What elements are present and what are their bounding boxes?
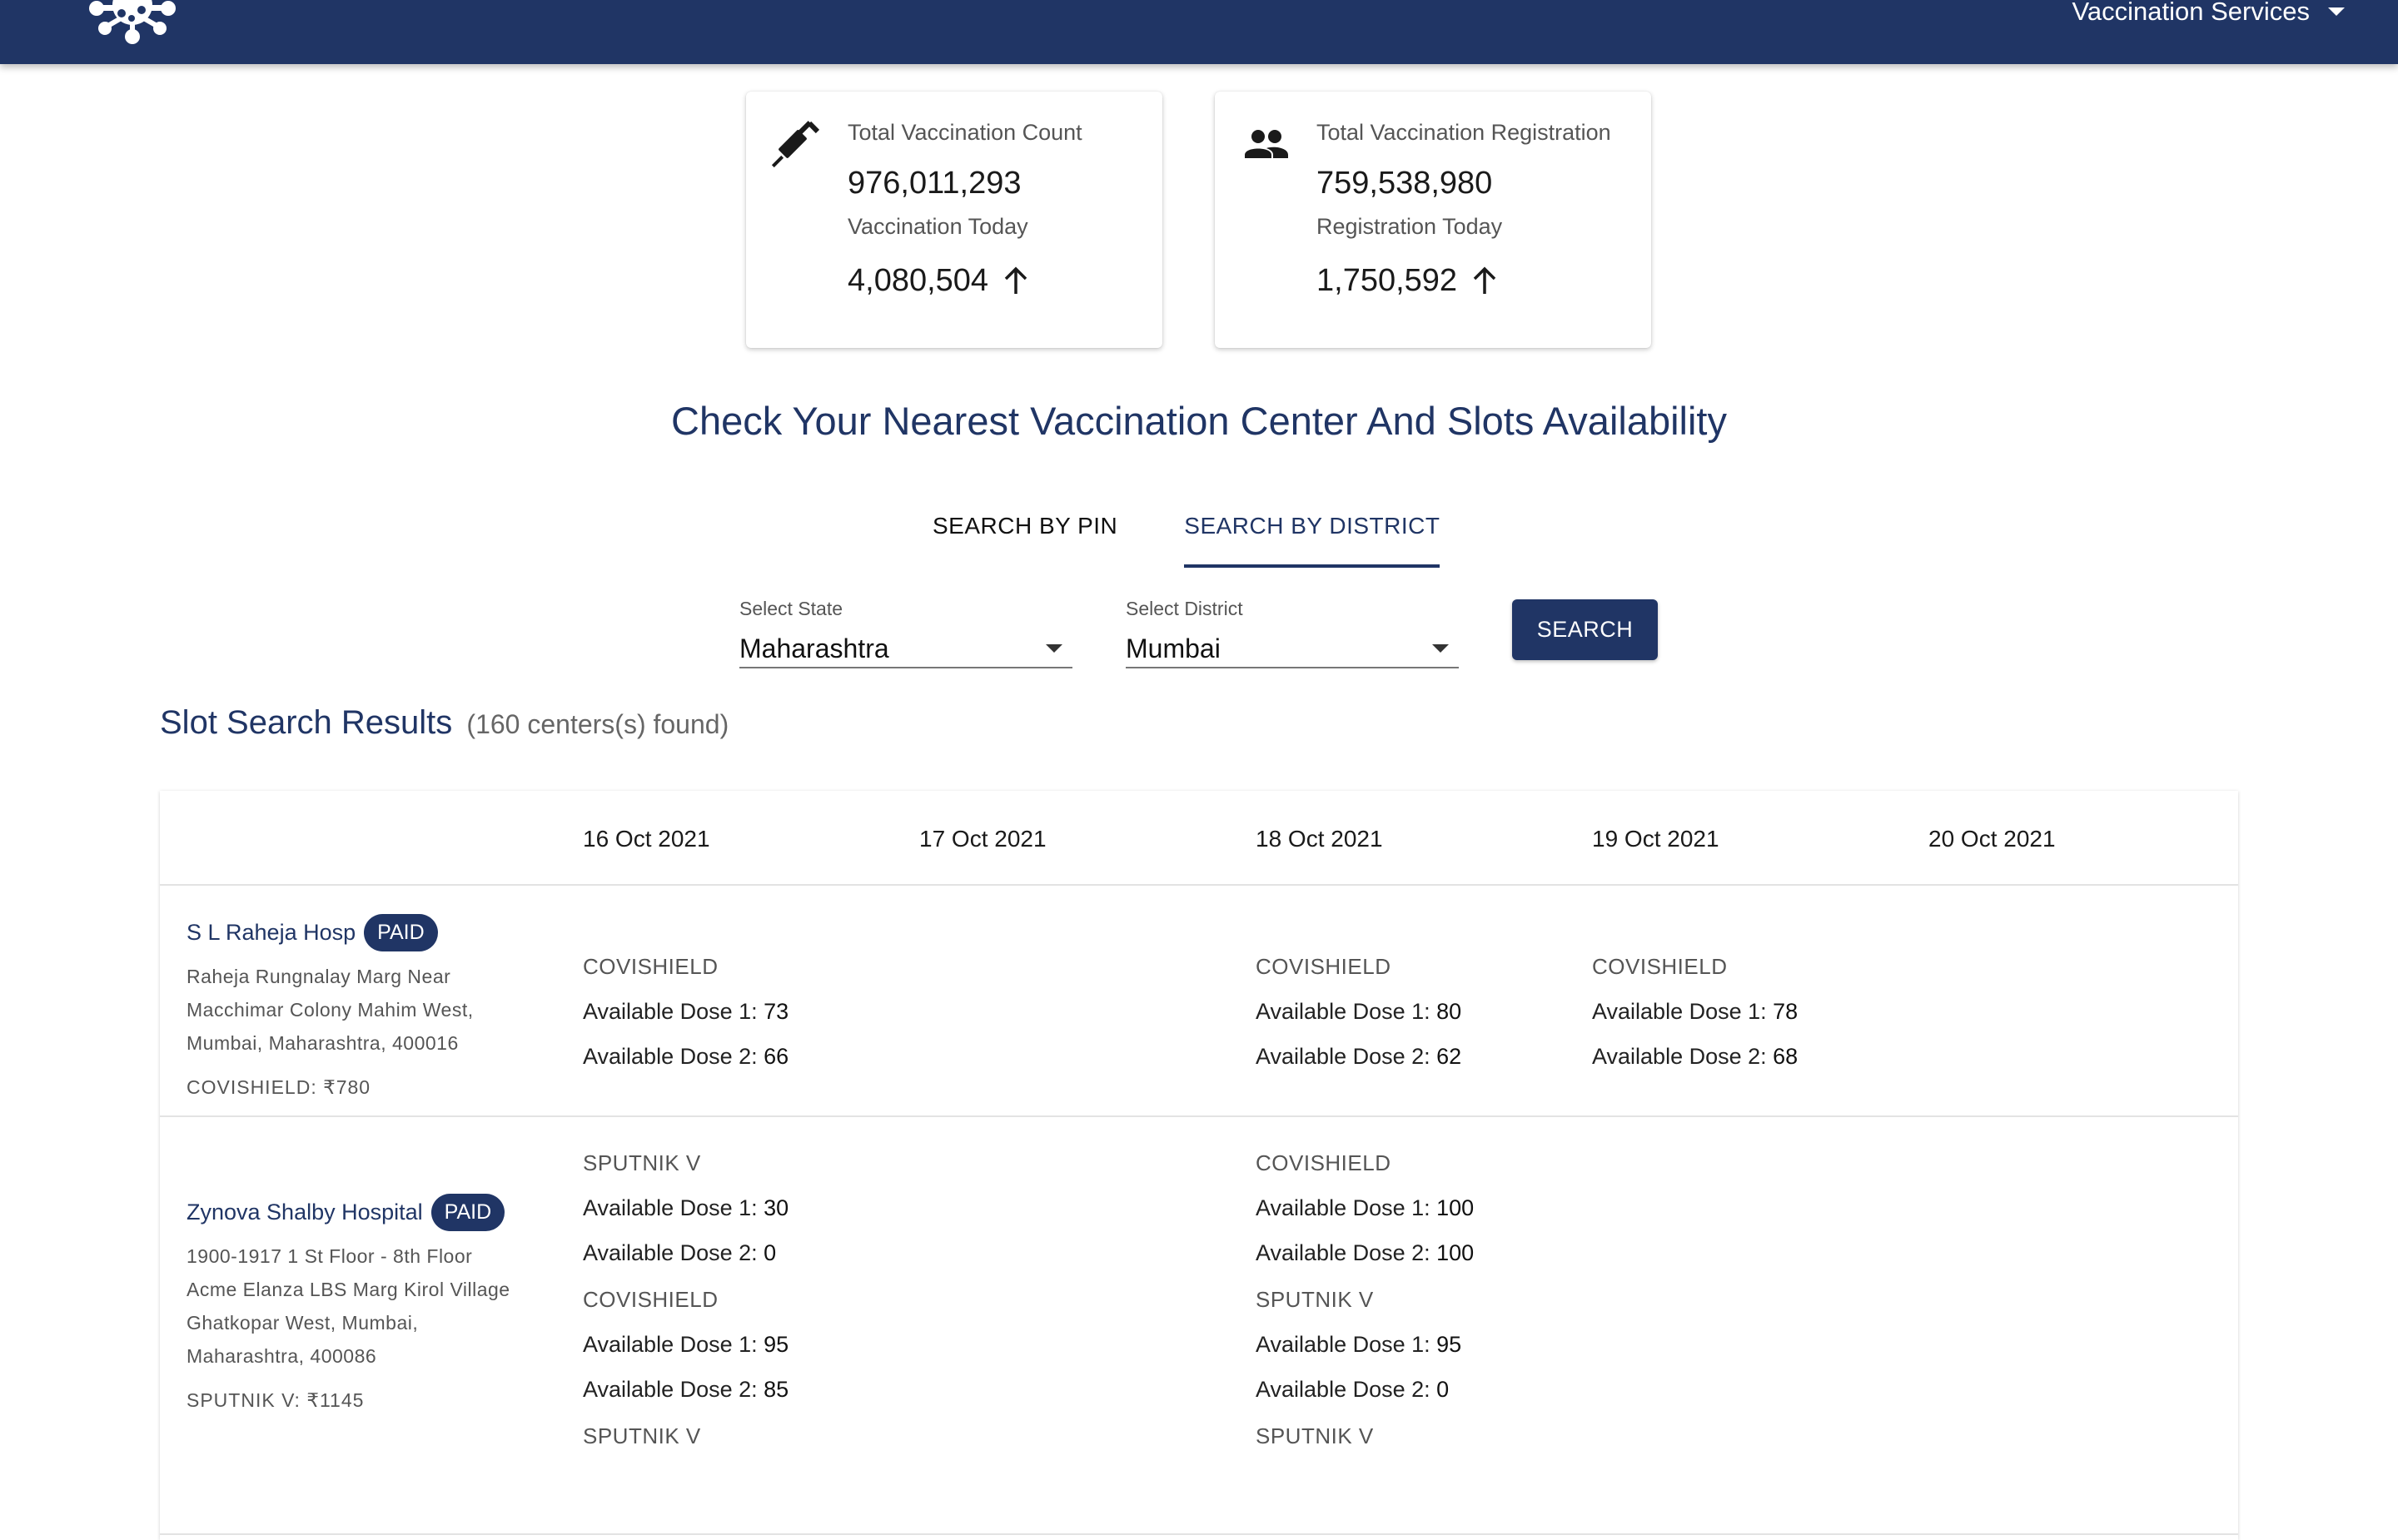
date-header: 20 Oct 2021 (1928, 826, 2056, 852)
address-line: Mumbai, Maharashtra, 400016 (187, 1032, 459, 1054)
dose2-availability: Available Dose 2: 100 (1256, 1240, 1475, 1265)
dose2-availability: Available Dose 2: 0 (583, 1240, 777, 1265)
vaccine-name: COVISHIELD (1592, 954, 1728, 979)
stat-total-value: 976,011,293 (848, 166, 1022, 201)
center-fee: COVISHIELD: ₹780 (187, 1076, 371, 1098)
dose1-availability: Available Dose 1: 80 (1256, 999, 1462, 1024)
dose2-availability: Available Dose 2: 66 (583, 1044, 789, 1069)
dose1-availability: Available Dose 1: 100 (1256, 1195, 1475, 1220)
dropdown-arrow-icon (1046, 644, 1062, 653)
date-header: 19 Oct 2021 (1592, 826, 1719, 852)
dose1-availability: Available Dose 1: 30 (583, 1195, 789, 1220)
address-line: Macchimar Colony Mahim West, (187, 999, 474, 1021)
stat-today-label: Registration Today (1316, 214, 1503, 239)
top-navbar: Vaccination Services (0, 0, 2398, 64)
slot-cell[interactable]: SPUTNIK V Available Dose 1: 30 Available… (583, 1150, 899, 1448)
dose2-availability: Available Dose 2: 0 (1256, 1377, 1450, 1402)
dose1-availability: Available Dose 1: 95 (1256, 1332, 1462, 1357)
chevron-down-icon (2328, 7, 2345, 16)
address-line: Raheja Rungnalay Marg Near (187, 966, 451, 987)
stat-title: Total Vaccination Count (848, 120, 1082, 145)
address-line: Ghatkopar West, Mumbai, (187, 1312, 419, 1334)
center-info: S L Raheja Hosp PAID Raheja Rungnalay Ma… (187, 914, 545, 1099)
district-select[interactable]: Select District Mumbai (1126, 598, 1459, 668)
tab-search-by-district[interactable]: SEARCH BY DISTRICT (1184, 513, 1440, 568)
center-address: Raheja Rungnalay Marg Near Macchimar Col… (187, 960, 545, 1060)
date-header: 17 Oct 2021 (919, 826, 1047, 852)
vaccine-name: COVISHIELD (1256, 1150, 1391, 1175)
date-header: 18 Oct 2021 (1256, 826, 1383, 852)
paid-badge: PAID (430, 1194, 505, 1231)
state-select-value: Maharashtra (739, 633, 889, 663)
stat-today-label: Vaccination Today (848, 214, 1028, 239)
stat-title: Total Vaccination Registration (1316, 120, 1611, 145)
vaccine-name: SPUTNIK V (583, 1150, 701, 1175)
vaccine-name: SPUTNIK V (1256, 1287, 1374, 1312)
search-tabs: SEARCH BY PIN SEARCH BY DISTRICT (933, 513, 1440, 568)
stat-today-value: 4,080,504 (848, 263, 989, 298)
stat-total-value: 759,538,980 (1316, 166, 1493, 201)
paid-badge: PAID (364, 914, 438, 951)
address-line: Acme Elanza LBS Marg Kirol Village (187, 1279, 510, 1300)
center-info: Zynova Shalby Hospital PAID 1900-1917 1 … (187, 1194, 545, 1412)
table-row: Zynova Shalby Hospital PAID 1900-1917 1 … (160, 1117, 2238, 1535)
dose1-availability: Available Dose 1: 78 (1592, 999, 1798, 1024)
stat-today-value: 1,750,592 (1316, 263, 1458, 298)
slot-cell[interactable]: COVISHIELD Available Dose 1: 80 Availabl… (1256, 954, 1572, 1069)
table-row: S L Raheja Hosp PAID Raheja Rungnalay Ma… (160, 886, 2238, 1117)
results-header: Slot Search Results (160 centers(s) foun… (160, 704, 729, 742)
date-header: 16 Oct 2021 (583, 826, 710, 852)
state-select-label: Select State (739, 598, 843, 619)
address-line: 1900-1917 1 St Floor - 8th Floor (187, 1245, 473, 1267)
page-heading: Check Your Nearest Vaccination Center An… (671, 399, 1727, 443)
dose2-availability: Available Dose 2: 85 (583, 1377, 789, 1402)
slot-cell[interactable]: COVISHIELD Available Dose 1: 73 Availabl… (583, 954, 899, 1069)
center-name-link[interactable]: S L Raheja Hosp (187, 920, 356, 946)
vaccine-name: SPUTNIK V (583, 1423, 701, 1448)
dose2-availability: Available Dose 2: 68 (1592, 1044, 1798, 1069)
vaccine-name: COVISHIELD (583, 1287, 719, 1312)
dose1-availability: Available Dose 1: 95 (583, 1332, 789, 1357)
center-name-link[interactable]: Zynova Shalby Hospital (187, 1200, 423, 1225)
district-select-value: Mumbai (1126, 633, 1221, 663)
results-count: (160 centers(s) found) (466, 709, 729, 739)
people-icon (1245, 130, 1288, 158)
arrow-up-icon (1473, 266, 1496, 294)
center-address: 1900-1917 1 St Floor - 8th Floor Acme El… (187, 1239, 545, 1373)
vaccine-name: COVISHIELD (1256, 954, 1391, 979)
vaccination-services-label: Vaccination Services (2072, 0, 2310, 26)
dropdown-arrow-icon (1432, 644, 1449, 653)
vaccination-services-menu[interactable]: Vaccination Services (2072, 0, 2345, 27)
results-title: Slot Search Results (160, 704, 453, 741)
address-line: Maharashtra, 400086 (187, 1345, 377, 1367)
search-button[interactable]: SEARCH (1512, 599, 1658, 660)
syringe-icon (771, 121, 820, 168)
tab-search-by-pin[interactable]: SEARCH BY PIN (933, 513, 1117, 568)
dose1-availability: Available Dose 1: 73 (583, 999, 789, 1024)
center-fee: SPUTNIK V: ₹1145 (187, 1389, 365, 1411)
slots-table: 16 Oct 2021 17 Oct 2021 18 Oct 2021 19 O… (160, 791, 2238, 1540)
district-select-label: Select District (1126, 598, 1243, 619)
virus-logo-icon[interactable] (72, 0, 193, 47)
vaccine-name: COVISHIELD (583, 954, 719, 979)
vaccination-count-card: Total Vaccination Count 976,011,293 Vacc… (746, 92, 1162, 348)
slot-cell[interactable]: COVISHIELD Available Dose 1: 100 Availab… (1256, 1150, 1572, 1448)
state-select[interactable]: Select State Maharashtra (739, 598, 1072, 668)
date-header-row: 16 Oct 2021 17 Oct 2021 18 Oct 2021 19 O… (160, 791, 2238, 886)
arrow-up-icon (1004, 266, 1027, 294)
vaccine-name: SPUTNIK V (1256, 1423, 1374, 1448)
slot-cell[interactable]: COVISHIELD Available Dose 1: 78 Availabl… (1592, 954, 1908, 1069)
dose2-availability: Available Dose 2: 62 (1256, 1044, 1462, 1069)
vaccination-registration-card: Total Vaccination Registration 759,538,9… (1215, 92, 1651, 348)
